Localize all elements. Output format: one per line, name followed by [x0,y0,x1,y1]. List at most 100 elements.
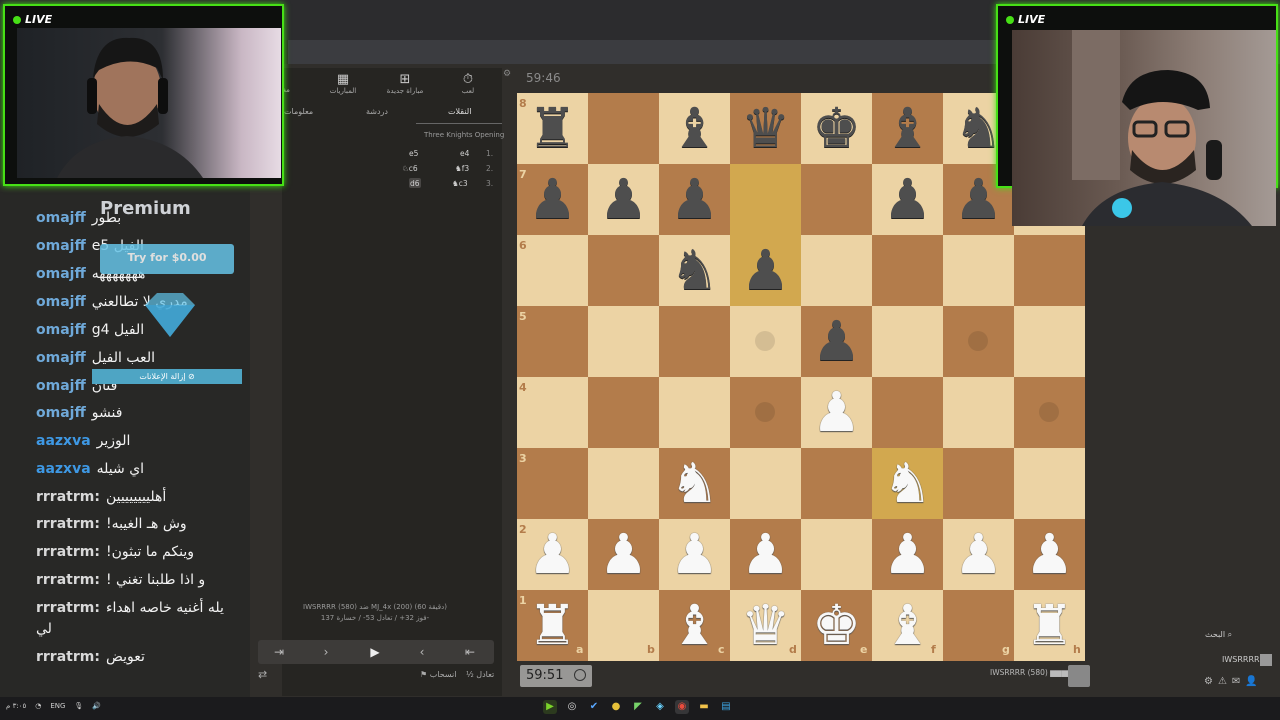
board-square[interactable] [872,306,943,377]
folder-icon[interactable]: ▬ [697,700,711,714]
board-square[interactable] [1014,306,1085,377]
chat-username[interactable]: rrratrm: [36,600,100,616]
obs-icon[interactable]: ◎ [565,700,579,714]
steam-icon[interactable]: ◈ [653,700,667,714]
black-pawn-piece[interactable]: ♟ [730,235,801,306]
chat-username[interactable]: aazxva [36,433,91,449]
board-square[interactable] [588,93,659,164]
white-pawn-piece[interactable]: ♟ [801,377,872,448]
try-premium-button[interactable]: Try for $0.00 [100,244,234,274]
move-hint[interactable] [755,331,775,351]
board-square[interactable] [1014,448,1085,519]
store-icon[interactable]: ▤ [719,700,733,714]
board-square[interactable] [730,448,801,519]
next-move-button[interactable]: › [304,640,348,664]
resign-button[interactable]: ⚑ انسحاب [420,670,456,679]
chrome-icon[interactable]: ◉ [675,700,689,714]
black-king-piece[interactable]: ♚ [801,93,872,164]
move-white[interactable]: ♞f3 [455,164,469,173]
chat-username[interactable]: aazxva [36,461,91,477]
black-knight-piece[interactable]: ♞ [659,235,730,306]
flip-board-icon[interactable]: ⇄ [258,668,267,681]
board-square[interactable] [872,235,943,306]
chat-username[interactable]: omajff [36,378,86,394]
board-square[interactable] [943,377,1014,448]
chat-username[interactable]: omajff [36,405,86,421]
board-square[interactable] [801,235,872,306]
board-square[interactable] [943,235,1014,306]
chat-username[interactable]: omajff [36,350,86,366]
chat-username[interactable]: omajff [36,266,86,282]
board-square[interactable] [801,448,872,519]
move-white[interactable]: e4 [460,149,469,158]
white-pawn-piece[interactable]: ♟ [1014,519,1085,590]
move-black[interactable]: ♘c6 [402,164,418,173]
board-square[interactable] [659,377,730,448]
tab-chat[interactable]: دردشة [366,107,388,116]
chat-username[interactable]: rrratrm: [36,516,100,532]
tab-games[interactable]: ▦ المباريات [313,72,373,95]
board-square[interactable] [801,164,872,235]
white-pawn-piece[interactable]: ♟ [588,519,659,590]
black-rook-piece[interactable]: ♜ [517,93,588,164]
board-square[interactable] [801,519,872,590]
chat-username[interactable]: omajff [36,210,86,226]
chat-username[interactable]: rrratrm: [36,544,100,560]
chat-username[interactable]: rrratrm: [36,649,100,665]
chat-username[interactable]: rrratrm: [36,572,100,588]
volume-icon[interactable]: 🔊 [92,702,101,710]
move-black[interactable]: e5 [409,149,418,158]
board-square[interactable] [588,377,659,448]
play-button[interactable]: ▶ [353,640,397,664]
chat-username[interactable]: rrratrm: [36,489,100,505]
board-square[interactable] [659,306,730,377]
draw-button[interactable]: ½ تعادل [466,670,494,679]
circle-icon[interactable]: ● [609,700,623,714]
black-pawn-piece[interactable]: ♟ [659,164,730,235]
black-pawn-piece[interactable]: ♟ [588,164,659,235]
settings-icon[interactable]: ⚙ [503,69,511,79]
board-square[interactable] [517,448,588,519]
move-hint[interactable] [1039,402,1059,422]
white-pawn-piece[interactable]: ♟ [517,519,588,590]
tab-info[interactable]: معلومات [284,107,313,116]
white-pawn-piece[interactable]: ♟ [943,519,1014,590]
white-pawn-piece[interactable]: ♟ [872,519,943,590]
black-pawn-piece[interactable]: ♟ [517,164,588,235]
chat-username[interactable]: omajff [36,294,86,310]
black-pawn-piece[interactable]: ♟ [801,306,872,377]
wifi-icon[interactable]: ◔ [35,702,41,710]
chat-username[interactable]: omajff [36,322,86,338]
white-pawn-piece[interactable]: ♟ [730,519,801,590]
remove-ads-button[interactable]: إزالة الإعلانات ⊘ [92,369,242,384]
move-black[interactable]: d6 [410,179,420,188]
board-square[interactable] [588,306,659,377]
move-hint[interactable] [755,402,775,422]
search-label[interactable]: البحث ⌕ [1205,630,1232,640]
chat-username[interactable]: omajff [36,238,86,254]
previous-move-button[interactable]: ‹ [400,640,444,664]
white-knight-piece[interactable]: ♞ [872,448,943,519]
play-icon[interactable]: ▶ [543,700,557,714]
board-square[interactable] [517,235,588,306]
board-square[interactable] [517,306,588,377]
board-square[interactable] [1014,235,1085,306]
white-knight-piece[interactable]: ♞ [659,448,730,519]
check-icon[interactable]: ✔ [587,700,601,714]
tab-play[interactable]: ⏱ لعب [438,72,498,95]
tab-new-game[interactable]: ⊞ مباراة جديدة [375,72,435,95]
nvidia-icon[interactable]: ◤ [631,700,645,714]
tab-moves[interactable]: النقلات [448,107,471,116]
mic-icon[interactable]: 🎙 [74,702,83,710]
board-square[interactable] [517,377,588,448]
black-queen-piece[interactable]: ♛ [730,93,801,164]
move-hint[interactable] [968,331,988,351]
board-square[interactable] [730,164,801,235]
board-square[interactable] [588,235,659,306]
black-pawn-piece[interactable]: ♟ [872,164,943,235]
last-move-button[interactable]: ⇥ [257,640,301,664]
first-move-button[interactable]: ⇤ [448,640,492,664]
board-square[interactable] [943,448,1014,519]
white-pawn-piece[interactable]: ♟ [659,519,730,590]
black-bishop-piece[interactable]: ♝ [872,93,943,164]
